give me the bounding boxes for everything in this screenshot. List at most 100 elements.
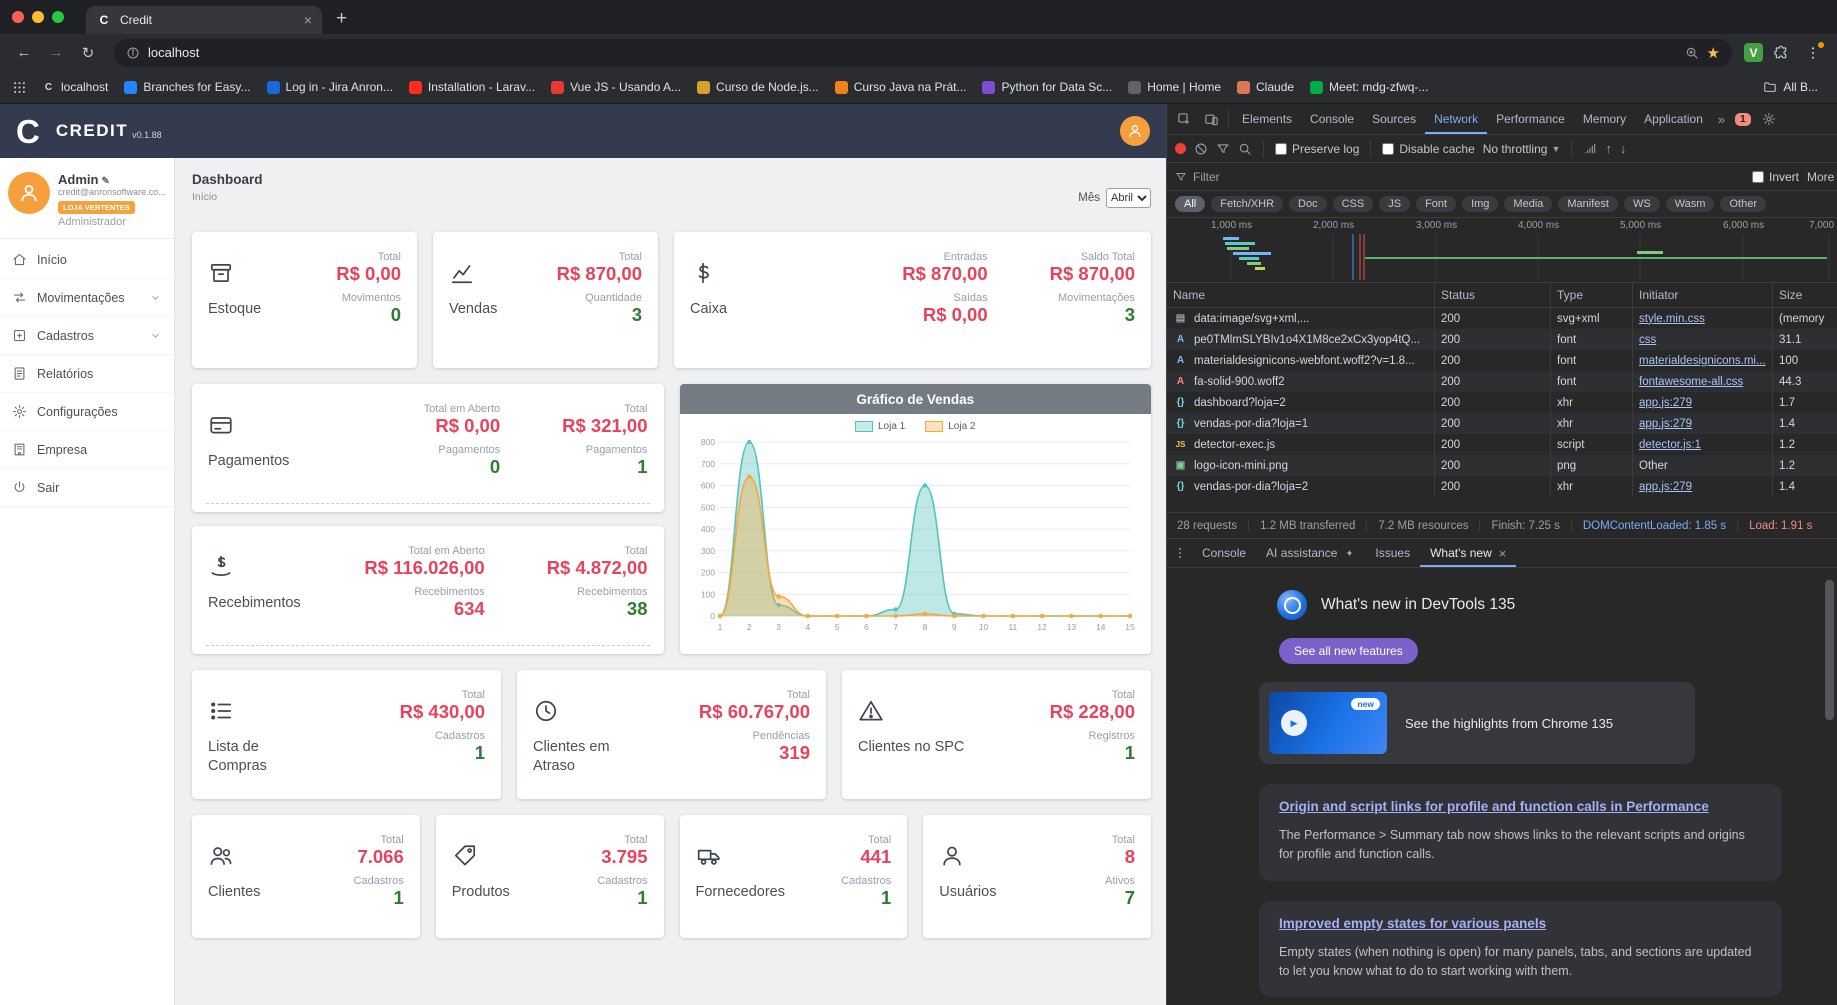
back-icon[interactable]: ← xyxy=(10,39,38,67)
initiator-link[interactable]: app.js:279 xyxy=(1639,397,1692,409)
filter-chip-ws[interactable]: WS xyxy=(1623,196,1660,212)
initiator-link[interactable]: app.js:279 xyxy=(1639,418,1692,430)
drawer-tab-what-s-new[interactable]: What's new × xyxy=(1420,539,1516,567)
more-filters-button[interactable]: More filters xyxy=(1807,170,1837,184)
bookmark-installation-larav[interactable]: Installation - Larav... xyxy=(402,77,542,97)
devtools-tab-application[interactable]: Application xyxy=(1635,104,1712,134)
highlight-video-card[interactable]: new ▶ See the highlights from Chrome 135 xyxy=(1259,682,1695,764)
initiator-link[interactable]: materialdesignicons.mi... xyxy=(1639,355,1766,367)
minimize-window-button[interactable] xyxy=(32,11,44,23)
filter-chip-manifest[interactable]: Manifest xyxy=(1558,196,1618,212)
network-overview-timeline[interactable]: 1,000 ms 2,000 ms 3,000 ms 4,000 ms 5,000 ms… xyxy=(1167,218,1837,283)
column-header-status[interactable]: Status xyxy=(1435,283,1551,307)
throttling-select[interactable]: No throttling ▼ xyxy=(1483,142,1561,156)
devtools-settings-gear-icon[interactable] xyxy=(1756,107,1782,131)
video-thumbnail[interactable]: new ▶ xyxy=(1269,692,1387,754)
initiator-link[interactable]: css xyxy=(1639,334,1656,346)
url-text[interactable]: localhost xyxy=(148,45,1677,60)
network-request-row[interactable]: ▤ data:image/svg+xml,... 200 svg+xml style.m… xyxy=(1167,308,1837,329)
filter-chip-other[interactable]: Other xyxy=(1720,196,1766,212)
edit-pencil-icon[interactable]: ✎ xyxy=(101,176,109,187)
device-toolbar-icon[interactable] xyxy=(1198,107,1224,131)
export-har-icon[interactable]: ↓ xyxy=(1620,141,1627,156)
address-bar[interactable]: localhost ★ xyxy=(114,38,1732,67)
site-info-icon[interactable] xyxy=(126,46,140,60)
column-header-type[interactable]: Type xyxy=(1551,283,1633,307)
drawer-tab-console[interactable]: Console xyxy=(1192,539,1256,567)
network-request-row[interactable]: ▣ logo-icon-mini.png 200 png Other 1.2 xyxy=(1167,455,1837,476)
feature-link[interactable]: Improved empty states for various panels xyxy=(1279,915,1762,934)
sidebar-item-empresa[interactable]: Empresa xyxy=(0,431,174,469)
reload-icon[interactable]: ↻ xyxy=(74,39,102,67)
invert-filter-checkbox[interactable]: Invert xyxy=(1751,170,1799,184)
filter-chip-img[interactable]: Img xyxy=(1462,196,1499,212)
devtools-tab-performance[interactable]: Performance xyxy=(1487,104,1574,134)
sidebar-item-configuracoes[interactable]: Configurações xyxy=(0,393,174,431)
network-request-row[interactable]: JS detector-exec.js 200 script detector.js:1… xyxy=(1167,434,1837,455)
more-tabs-icon[interactable]: » xyxy=(1713,112,1730,127)
sidebar-item-movimentacoes[interactable]: Movimentações xyxy=(0,279,174,317)
preserve-log-checkbox[interactable]: Preserve log xyxy=(1275,142,1359,156)
maximize-window-button[interactable] xyxy=(52,11,64,23)
sidebar-item-cadastros[interactable]: Cadastros xyxy=(0,317,174,355)
filter-funnel-icon[interactable] xyxy=(1216,142,1230,156)
devtools-tab-console[interactable]: Console xyxy=(1301,104,1363,134)
initiator-link[interactable]: fontawesome-all.css xyxy=(1639,376,1743,388)
network-request-row[interactable]: {} vendas-por-dia?loja=2 200 xhr app.js:279 1… xyxy=(1167,476,1837,497)
filter-chip-media[interactable]: Media xyxy=(1504,196,1553,212)
filter-chip-css[interactable]: CSS xyxy=(1332,196,1374,212)
filter-input[interactable]: Filter xyxy=(1175,170,1220,184)
filter-chip-js[interactable]: JS xyxy=(1379,196,1411,212)
bookmark-meet-mdg-zfwq[interactable]: Meet: mdg-zfwq-... xyxy=(1303,77,1435,97)
bookmark-localhost[interactable]: Clocalhost xyxy=(35,77,115,97)
bookmark-vue-js-usando-a[interactable]: Vue JS - Usando A... xyxy=(544,77,688,97)
bookmark-python-for-data-sc[interactable]: Python for Data Sc... xyxy=(975,77,1119,97)
bookmark-curso-java-na-prat[interactable]: Curso Java na Prát... xyxy=(828,77,974,97)
network-request-row[interactable]: Amaterialdesignicons-webfont.woff2?v=1.8… xyxy=(1167,350,1837,371)
play-icon[interactable]: ▶ xyxy=(1281,710,1307,736)
filter-chip-wasm[interactable]: Wasm xyxy=(1665,196,1715,212)
network-request-row[interactable]: Ape0TMlmSLYBIv1o4X1M8ce2xCx3yop4tQ... 200… xyxy=(1167,329,1837,350)
forward-icon[interactable]: → xyxy=(42,39,70,67)
column-header-name[interactable]: Name xyxy=(1167,283,1435,307)
drawer-tab-issues[interactable]: Issues xyxy=(1365,539,1420,567)
filter-chip-font[interactable]: Font xyxy=(1416,196,1457,212)
browser-tab[interactable]: C Credit × xyxy=(86,6,322,34)
initiator-link[interactable]: style.min.css xyxy=(1639,313,1705,325)
extension-v-icon[interactable]: V xyxy=(1744,43,1763,62)
column-header-initiator[interactable]: Initiator xyxy=(1633,283,1773,307)
search-network-icon[interactable] xyxy=(1238,142,1252,156)
bookmark-claude[interactable]: Claude xyxy=(1230,77,1301,97)
devtools-tab-network[interactable]: Network xyxy=(1425,104,1487,134)
close-icon[interactable]: × xyxy=(1499,546,1507,561)
error-count-badge[interactable]: 1 xyxy=(1735,112,1751,126)
feature-link[interactable]: Origin and script links for profile and … xyxy=(1279,798,1762,817)
tab-close-icon[interactable]: × xyxy=(304,12,312,28)
bookmark-star-icon[interactable]: ★ xyxy=(1707,44,1720,62)
inspect-element-icon[interactable] xyxy=(1171,107,1197,131)
browser-menu-icon[interactable] xyxy=(1799,39,1827,67)
filter-chip-all[interactable]: All xyxy=(1175,196,1206,212)
zoom-icon[interactable] xyxy=(1685,46,1699,60)
record-network-log-icon[interactable] xyxy=(1175,143,1186,154)
sidebar-item-inicio[interactable]: Início xyxy=(0,241,174,279)
disable-cache-checkbox[interactable]: Disable cache xyxy=(1382,142,1475,156)
devtools-tab-memory[interactable]: Memory xyxy=(1574,104,1635,134)
bookmark-branches-for-easy[interactable]: Branches for Easy... xyxy=(117,77,257,97)
new-tab-button[interactable]: + xyxy=(336,8,347,30)
devtools-tab-elements[interactable]: Elements xyxy=(1233,104,1301,134)
bookmark-curso-de-node-js[interactable]: Curso de Node.js... xyxy=(690,77,826,97)
column-header-size[interactable]: Size xyxy=(1773,283,1837,307)
month-select[interactable]: Abril xyxy=(1106,188,1151,208)
clear-network-log-icon[interactable] xyxy=(1194,142,1208,156)
network-request-row[interactable]: Afa-solid-900.woff2 200 font fontawesome-al… xyxy=(1167,371,1837,392)
sidebar-item-relatorios[interactable]: Relatórios xyxy=(0,355,174,393)
all-bookmarks-button[interactable]: All B... xyxy=(1756,77,1825,97)
initiator-link[interactable]: detector.js:1 xyxy=(1639,439,1701,451)
network-request-row[interactable]: {} dashboard?loja=2 200 xhr app.js:279 1.7 xyxy=(1167,392,1837,413)
drawer-tab-ai-assistance[interactable]: AI assistance xyxy=(1256,539,1365,567)
network-conditions-icon[interactable] xyxy=(1583,142,1597,156)
extensions-puzzle-icon[interactable] xyxy=(1767,39,1795,67)
filter-chip-fetch-xhr[interactable]: Fetch/XHR xyxy=(1211,196,1284,212)
bookmark-log-in-jira-anron[interactable]: Log in - Jira Anron... xyxy=(260,77,400,97)
